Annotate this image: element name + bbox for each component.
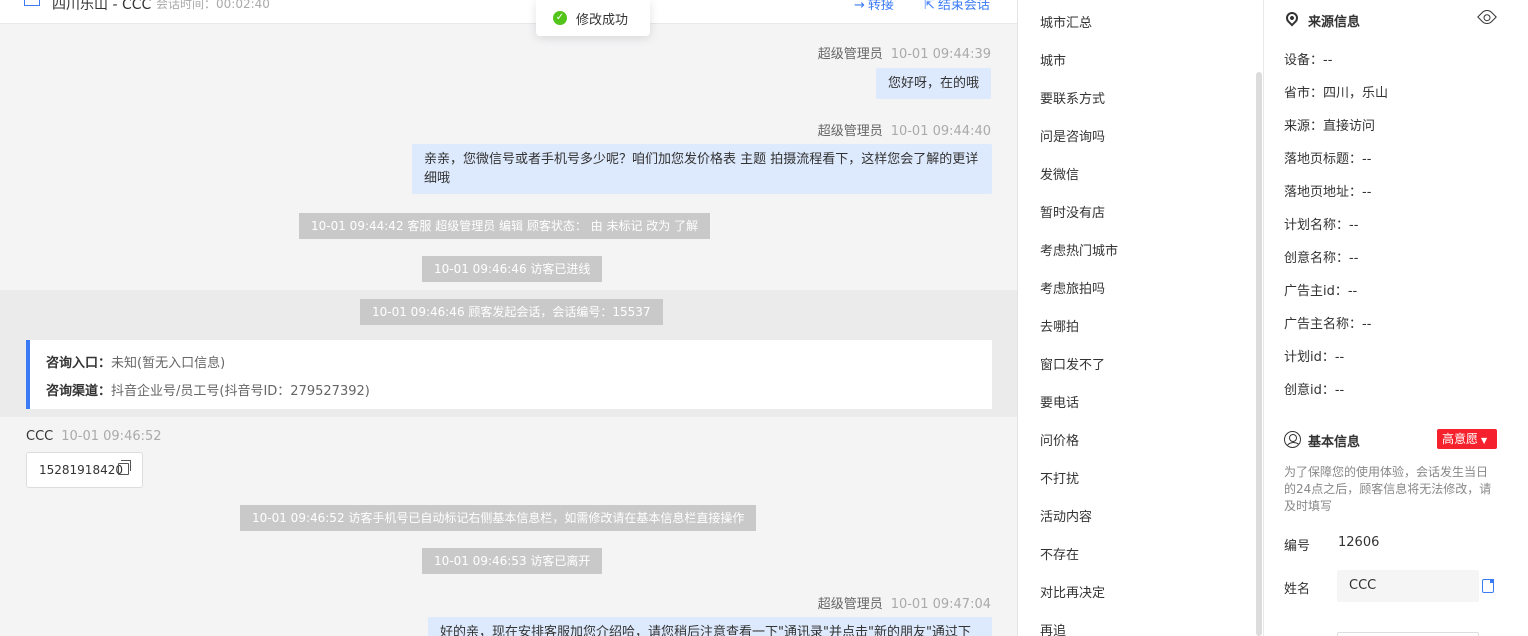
- tag-item[interactable]: 问是咨询吗: [1040, 126, 1105, 145]
- eye-icon[interactable]: [1477, 7, 1497, 27]
- system-message: 10-01 09:44:42 客服 超级管理员 编辑 顾客状态： 由 未标记 改…: [299, 213, 711, 239]
- source-plan-name: 计划名称：--: [1284, 218, 1359, 233]
- customer-name-input[interactable]: CCC: [1337, 570, 1479, 602]
- source-device: 设备：--: [1284, 53, 1333, 68]
- tag-item[interactable]: 城市: [1040, 50, 1066, 69]
- chat-header: 四川乐山 - CCC 会话时间：00:02:40 → 转接 ⇱ 结束会话: [0, 0, 1017, 24]
- source-creative-name: 创意名称：--: [1284, 251, 1359, 266]
- check-circle-icon: ✓: [553, 11, 567, 25]
- tag-item[interactable]: 考虑热门城市: [1040, 240, 1118, 259]
- system-message: 10-01 09:46:46 访客已进线: [422, 256, 603, 282]
- tag-item[interactable]: 城市汇总: [1040, 12, 1092, 31]
- arrow-right-icon: →: [854, 0, 865, 13]
- visitor-name: 四川乐山 - CCC: [52, 0, 152, 13]
- location-pin-icon: [1283, 9, 1301, 27]
- source-landing-url: 落地页地址：--: [1284, 185, 1372, 200]
- source-advertiser-name: 广告主名称：--: [1284, 317, 1372, 332]
- customer-phone-message: 15281918420: [26, 452, 143, 488]
- intent-level-dropdown[interactable]: 高意愿 ▼: [1437, 429, 1497, 449]
- tag-item[interactable]: 活动内容: [1040, 506, 1092, 525]
- phone-number: 15281918420: [39, 463, 123, 477]
- sender-name: 超级管理员: [817, 47, 883, 62]
- tag-item[interactable]: 窗口发不了: [1040, 354, 1105, 373]
- user-circle-icon: [1284, 431, 1301, 448]
- agent-message-bubble: 亲亲，您微信号或者手机号多少呢？咱们加您发价格表 主题 拍摄流程看下，这样您会了…: [412, 144, 992, 194]
- session-time: 会话时间：00:02:40: [156, 0, 270, 11]
- consult-channel: 咨询渠道：抖音企业号/员工号(抖音号ID：279527392): [46, 384, 370, 399]
- source-info-title: 来源信息: [1308, 15, 1361, 30]
- source-landing-title: 落地页标题：--: [1284, 152, 1372, 167]
- agent-message-bubble: 您好呀，在的哦: [875, 68, 991, 99]
- tag-item[interactable]: 对比再决定: [1040, 582, 1105, 601]
- copy-icon[interactable]: [118, 460, 131, 475]
- tag-item[interactable]: 发微信: [1040, 164, 1079, 183]
- agent-message-bubble: 好的亲，现在安排客服加您介绍哈，请您稍后注意查看一下"通讯录"并点击"新的朋友"…: [428, 617, 992, 636]
- transfer-button[interactable]: → 转接: [854, 0, 894, 13]
- visitor-info-panel: 来源信息 设备：-- 省市：四川，乐山 来源：直接访问 落地页标题：-- 落地页…: [1264, 0, 1528, 636]
- tag-item[interactable]: 要电话: [1040, 392, 1079, 411]
- customer-name-label: 姓名: [1284, 582, 1311, 597]
- message-meta: 超级管理员 10-01 09:47:04: [818, 593, 991, 612]
- edit-deadline-notice: 为了保障您的使用体验，会话发生当日的24点之后，顾客信息将无法修改，请及时填写: [1284, 465, 1492, 513]
- quick-tag-list: 城市汇总 城市 要联系方式 问是咨询吗 发微信 暂时没有店 考虑热门城市 考虑旅…: [1024, 0, 1264, 636]
- message-time: 10-01 09:46:52: [61, 429, 162, 444]
- tag-list-scrollbar[interactable]: [1256, 72, 1262, 636]
- customer-id-label: 编号: [1284, 539, 1311, 554]
- edit-icon[interactable]: [1482, 579, 1494, 593]
- visitor-monitor-icon: [24, 0, 40, 6]
- end-session-button[interactable]: ⇱ 结束会话: [924, 0, 990, 13]
- source-plan-id: 计划id：--: [1284, 350, 1345, 365]
- source-advertiser-id: 广告主id：--: [1284, 284, 1358, 299]
- chat-panel: 四川乐山 - CCC 会话时间：00:02:40 → 转接 ⇱ 结束会话 超级管理员…: [0, 0, 1018, 636]
- message-time: 10-01 09:47:04: [890, 597, 991, 612]
- success-toast: ✓ 修改成功: [536, 0, 650, 36]
- message-meta: 超级管理员 10-01 09:44:40: [818, 120, 991, 139]
- basic-info-title: 基本信息: [1308, 435, 1361, 450]
- source-origin: 来源：直接访问: [1284, 119, 1376, 134]
- system-message: 10-01 09:46:53 访客已离开: [422, 548, 603, 574]
- tag-item[interactable]: 暂时没有店: [1040, 202, 1105, 221]
- tag-item[interactable]: 去哪拍: [1040, 316, 1079, 335]
- tag-item[interactable]: 要联系方式: [1040, 88, 1105, 107]
- sender-name: CCC: [26, 429, 54, 444]
- exit-icon: ⇱: [924, 0, 935, 13]
- tag-item[interactable]: 考虑旅拍吗: [1040, 278, 1105, 297]
- sender-name: 超级管理员: [817, 597, 883, 612]
- system-message: 10-01 09:46:52 访客手机号已自动标记右侧基本信息栏，如需修改请在基…: [240, 505, 757, 531]
- message-meta: CCC 10-01 09:46:52: [26, 429, 162, 444]
- source-creative-id: 创意id：--: [1284, 383, 1345, 398]
- consult-info-card: 咨询入口：未知(暂无入口信息) 咨询渠道：抖音企业号/员工号(抖音号ID：279…: [26, 340, 992, 409]
- message-time: 10-01 09:44:39: [890, 47, 991, 62]
- system-message: 10-01 09:46:46 顾客发起会话，会话编号：15537: [360, 299, 663, 325]
- tag-item[interactable]: 不打扰: [1040, 468, 1079, 487]
- next-field-input[interactable]: [1337, 632, 1479, 636]
- message-meta: 超级管理员 10-01 09:44:39: [818, 43, 991, 62]
- caret-down-icon: ▼: [1481, 436, 1488, 445]
- tag-item[interactable]: 不存在: [1040, 544, 1079, 563]
- customer-id-value: 12606: [1338, 535, 1380, 550]
- tag-item[interactable]: 问价格: [1040, 430, 1079, 449]
- tag-item[interactable]: 再追: [1040, 620, 1066, 636]
- sender-name: 超级管理员: [817, 124, 883, 139]
- consult-entry: 咨询入口：未知(暂无入口信息): [46, 356, 226, 371]
- toast-message: 修改成功: [576, 13, 629, 28]
- source-province: 省市：四川，乐山: [1284, 86, 1389, 101]
- message-time: 10-01 09:44:40: [890, 124, 991, 139]
